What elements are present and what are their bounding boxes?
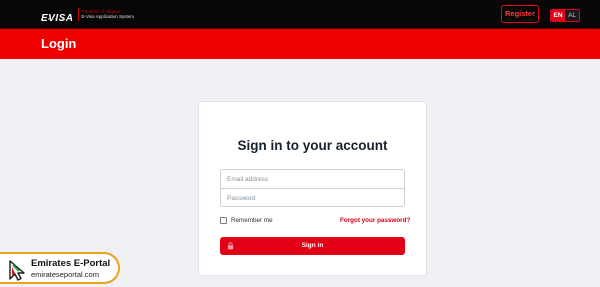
emirates-eportal-watermark: Emirates E-Portal emirateseportal.com bbox=[0, 252, 120, 284]
watermark-title: Emirates E-Portal bbox=[31, 258, 111, 269]
language-option-en[interactable]: EN bbox=[551, 10, 565, 21]
page-banner: Login bbox=[0, 29, 600, 59]
login-card: Sign in to your account Remember me Forg… bbox=[198, 101, 427, 276]
register-button[interactable]: Register bbox=[501, 5, 539, 23]
lock-icon bbox=[227, 242, 234, 250]
remember-me-label: Remember me bbox=[231, 217, 273, 224]
page-title: Login bbox=[41, 36, 77, 51]
remember-me[interactable]: Remember me bbox=[220, 217, 273, 224]
logo-text: Republic of Albania E-Visa Application S… bbox=[82, 9, 134, 19]
remember-me-checkbox[interactable] bbox=[220, 217, 227, 224]
language-option-al[interactable]: AL bbox=[565, 10, 579, 21]
logo-subtitle: ALBANIA bbox=[41, 17, 65, 21]
evisa-logo[interactable]: EVISA ALBANIA Republic of Albania E-Visa… bbox=[41, 6, 134, 24]
password-field[interactable] bbox=[221, 189, 404, 206]
watermark-url: emirateseportal.com bbox=[31, 270, 99, 279]
top-navbar: EVISA ALBANIA Republic of Albania E-Visa… bbox=[0, 0, 600, 29]
language-switcher: EN AL bbox=[550, 9, 580, 22]
cursor-logo-icon bbox=[9, 260, 25, 281]
credentials-group bbox=[220, 169, 405, 207]
logo-divider bbox=[77, 7, 79, 21]
logo-line-system: E-Visa Application System bbox=[81, 14, 134, 19]
sign-in-label: Sign in bbox=[301, 242, 324, 249]
login-heading: Sign in to your account bbox=[237, 138, 388, 153]
forgot-password-link[interactable]: Forgot your password? bbox=[340, 217, 410, 224]
sign-in-button[interactable]: Sign in bbox=[220, 237, 405, 255]
email-field[interactable] bbox=[221, 170, 404, 188]
